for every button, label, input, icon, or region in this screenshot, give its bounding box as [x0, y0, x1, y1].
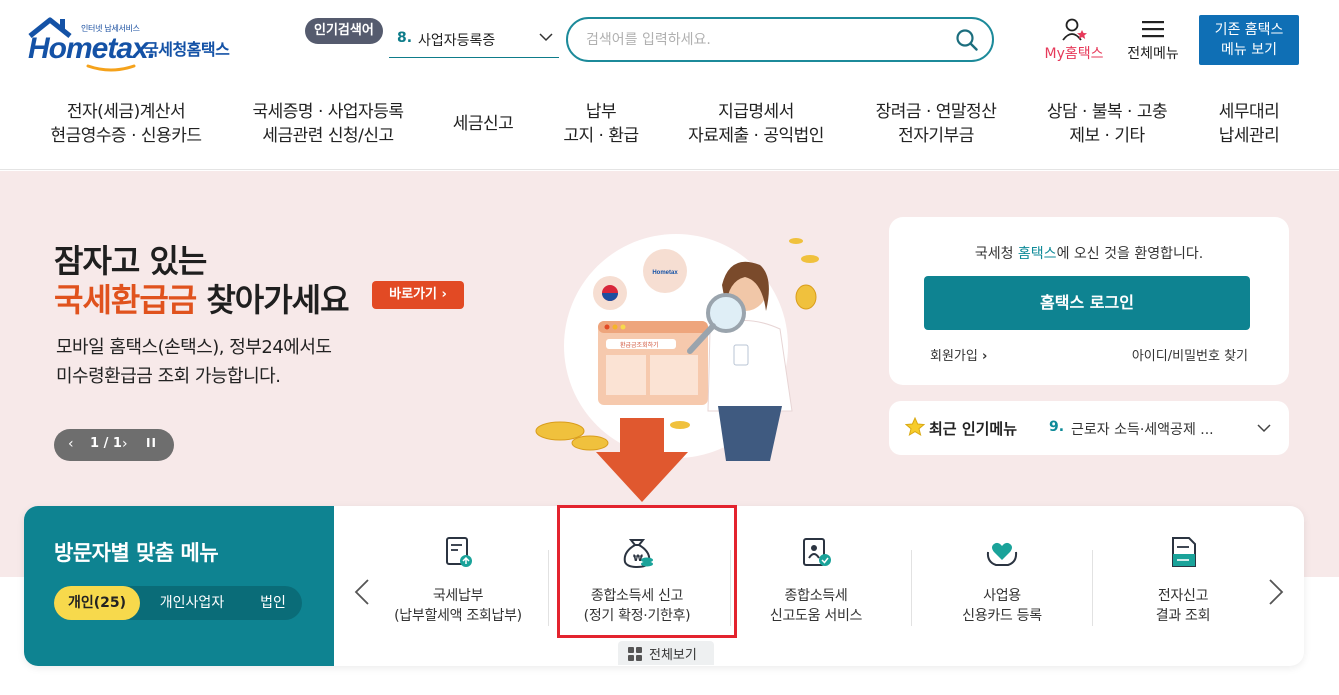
- logo-wordmark: Hometax.: [28, 32, 156, 65]
- nav-tax-filing[interactable]: 세금신고: [448, 112, 518, 136]
- all-menu-button[interactable]: 전체메뉴: [1122, 18, 1184, 64]
- service-label: 사업용 신용카드 등록: [962, 588, 1042, 624]
- pager-pause-icon[interactable]: II: [146, 436, 157, 450]
- banner-pager: ‹ 1 / 1 › II: [54, 429, 174, 461]
- service-income-tax-help[interactable]: 종합소득세 신고도움 서비스: [726, 534, 906, 634]
- search-input[interactable]: [586, 28, 946, 52]
- join-link[interactable]: 회원가입 ›: [930, 345, 987, 364]
- hero-title-highlight: 국세환급금: [54, 281, 197, 319]
- help-document-icon: [803, 538, 831, 566]
- top-header: 인터넷 납세서비스 Hometax. 국세청홈택스 인기검색어 8. 사업자등록…: [0, 0, 1339, 82]
- find-id-link[interactable]: 아이디/비밀번호 찾기: [1132, 345, 1248, 364]
- my-hometax-button[interactable]: My홈택스: [1040, 18, 1108, 64]
- recent-popular-menu[interactable]: 최근 인기메뉴 9. 근로자 소득·세액공제 ...: [889, 401, 1289, 455]
- bubble-logo-text: Hometax: [652, 270, 678, 276]
- go-button-label: 바로가기: [389, 287, 437, 302]
- recent-menu-item: 근로자 소득·세액공제 ...: [1071, 422, 1214, 438]
- document-result-icon: [1172, 537, 1196, 567]
- hometax-logo[interactable]: 인터넷 납세서비스 Hometax. 국세청홈택스: [26, 14, 241, 72]
- star-icon: [905, 417, 925, 437]
- view-all-button[interactable]: 전체보기: [618, 641, 714, 665]
- view-all-label: 전체보기: [649, 648, 697, 663]
- chevron-right-icon[interactable]: [1268, 578, 1284, 606]
- tab-sole-proprietor[interactable]: 개인사업자: [144, 586, 240, 620]
- chevron-down-icon: [539, 33, 553, 42]
- arrow-down-annotation-icon: [596, 418, 688, 502]
- hero-description: 모바일 홈택스(손택스), 정부24에서도 미수령환급금 조회 가능합니다.: [56, 337, 332, 387]
- highlight-annotation-box: [557, 505, 737, 638]
- welcome-brand: 홈택스: [1017, 246, 1057, 262]
- service-label: 전자신고 결과 조회: [1155, 588, 1211, 624]
- chevron-right-icon: ›: [441, 287, 447, 302]
- login-button[interactable]: 홈택스 로그인: [924, 276, 1250, 330]
- service-label: 종합소득세 신고도움 서비스: [769, 588, 863, 624]
- grid-icon: [628, 647, 642, 661]
- welcome-prefix: 국세청: [974, 246, 1018, 262]
- user-icon: [1062, 18, 1087, 41]
- popular-search-label: 인기검색어: [305, 18, 383, 44]
- welcome-text: 국세청 홈택스에 오신 것을 환영합니다.: [889, 243, 1289, 263]
- search-box: [566, 17, 994, 62]
- nav-e-invoice[interactable]: 전자(세금)계산서 현금영수증 · 신용카드: [46, 100, 206, 148]
- nav-statements[interactable]: 지급명세서 자료제출 · 공익법인: [682, 100, 830, 148]
- popular-keyword-rank: 8.: [397, 30, 413, 46]
- tax-payment-icon: [446, 537, 472, 567]
- search-icon[interactable]: [956, 29, 978, 51]
- chevron-down-icon: [1257, 424, 1271, 433]
- legacy-menu-button[interactable]: 기존 홈택스 메뉴 보기: [1199, 15, 1299, 65]
- visitor-type-tabs: 개인(25) 개인사업자 법인: [54, 586, 302, 620]
- tab-corporation[interactable]: 법인: [244, 586, 302, 620]
- heart-hands-icon: [986, 542, 1018, 566]
- visitor-menu-title: 방문자별 맞춤 메뉴: [54, 541, 219, 565]
- login-card: 국세청 홈택스에 오신 것을 환영합니다. 홈택스 로그인 회원가입 › 아이디…: [889, 217, 1289, 385]
- recent-menu-title: 최근 인기메뉴: [929, 420, 1018, 438]
- hero-title-rest: 찾아가세요: [196, 281, 349, 319]
- pager-count: 1 / 1: [90, 436, 122, 451]
- service-e-filing-result[interactable]: 전자신고 결과 조회: [1093, 534, 1273, 634]
- logo-subtitle: 국세청홈택스: [144, 40, 230, 59]
- popular-keyword-dropdown[interactable]: 8. 사업자등록증: [389, 26, 559, 58]
- pager-prev-icon[interactable]: ‹: [68, 436, 74, 452]
- popular-keyword-text: 사업자등록증: [418, 33, 496, 49]
- screen-caption: 환급금조회하기: [620, 341, 659, 349]
- nav-incentives[interactable]: 장려금 · 연말정산 전자기부금: [869, 100, 1003, 148]
- logo-swoosh-icon: [86, 64, 136, 72]
- nav-certificates[interactable]: 국세증명 · 사업자등록 세금관련 신청/신고: [247, 100, 409, 148]
- main-navigation: 전자(세금)계산서 현금영수증 · 신용카드 국세증명 · 사업자등록 세금관련…: [0, 90, 1339, 170]
- service-business-card-registration[interactable]: 사업용 신용카드 등록: [912, 534, 1092, 634]
- chevron-right-icon: ›: [981, 349, 988, 364]
- join-label: 회원가입: [930, 349, 978, 364]
- tab-individual[interactable]: 개인(25): [54, 586, 140, 620]
- hamburger-icon: [1142, 21, 1164, 38]
- nav-tax-agent[interactable]: 세무대리 납세관리: [1210, 100, 1288, 148]
- go-button[interactable]: 바로가기 ›: [372, 281, 464, 309]
- recent-menu-rank: 9.: [1049, 419, 1065, 435]
- my-hometax-label: My홈택스: [1044, 46, 1104, 62]
- hero-title-line2: 국세환급금 찾아가세요: [54, 275, 350, 321]
- visitor-menu-header: 방문자별 맞춤 메뉴 개인(25) 개인사업자 법인: [24, 506, 334, 666]
- pager-next-icon[interactable]: ›: [122, 436, 128, 452]
- welcome-suffix: 에 오신 것을 환영합니다.: [1056, 246, 1204, 262]
- nav-consulting[interactable]: 상담 · 불복 · 고충 제보 · 기타: [1040, 100, 1174, 148]
- all-menu-label: 전체메뉴: [1127, 46, 1179, 62]
- service-label: 국세납부 (납부할세액 조회납부): [394, 588, 522, 624]
- nav-payment[interactable]: 납부 고지 · 환급: [558, 100, 644, 148]
- service-tax-payment[interactable]: 국세납부 (납부할세액 조회납부): [368, 534, 548, 634]
